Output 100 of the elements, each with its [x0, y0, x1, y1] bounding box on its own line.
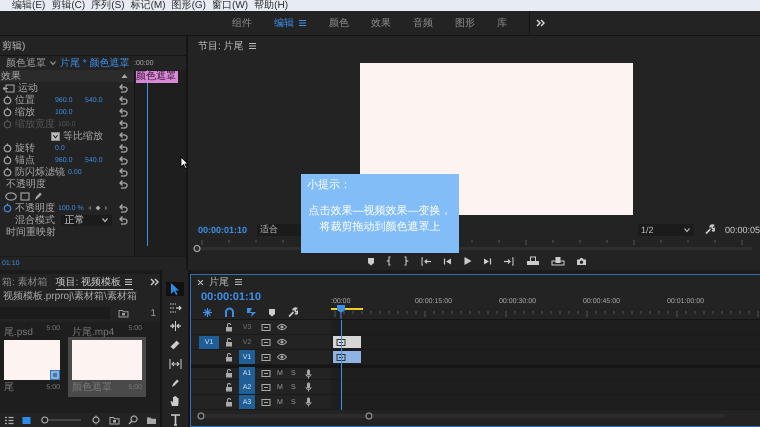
stopwatch-icon[interactable] [3, 167, 12, 177]
lock-icon[interactable] [225, 352, 233, 362]
track-output-icon[interactable] [261, 322, 271, 332]
bin-icon[interactable] [109, 416, 120, 424]
eye-icon[interactable] [277, 338, 287, 346]
panel-tab[interactable]: 箱: 素材箱 [2, 275, 48, 289]
menu-item[interactable]: 编辑(E) [12, 0, 46, 11]
workspace-tab[interactable]: 编辑 [274, 16, 294, 30]
menu-item[interactable]: 帮助(H) [254, 0, 288, 11]
eye-icon[interactable] [277, 353, 287, 361]
track-output-icon[interactable] [261, 398, 271, 406]
blend-mode-dropdown[interactable]: 正常 [61, 214, 112, 226]
close-icon[interactable] [197, 278, 204, 286]
workspace-tab[interactable]: 效果 [371, 16, 391, 30]
lock-icon[interactable] [225, 322, 233, 332]
track-output-icon[interactable] [261, 352, 271, 362]
sort-icon[interactable] [91, 415, 101, 425]
resolution-dropdown[interactable]: 1/2 [638, 224, 694, 236]
camera-icon[interactable] [576, 256, 587, 266]
more-icon[interactable] [150, 277, 160, 287]
track-output-icon[interactable] [261, 382, 271, 392]
reset-icon[interactable] [118, 95, 128, 105]
wrench-icon[interactable] [287, 306, 298, 318]
keyframe-nav-icon[interactable] [86, 204, 109, 212]
menu-icon[interactable] [248, 42, 257, 50]
reset-icon[interactable] [118, 167, 128, 177]
source-clip[interactable]: 颜色遮罩 [6, 56, 46, 70]
step-back-icon[interactable] [443, 256, 452, 266]
mic-icon[interactable] [305, 368, 312, 378]
track-output-icon[interactable] [261, 338, 271, 346]
tool-button[interactable] [166, 282, 184, 296]
timeline-clip[interactable] [333, 351, 361, 363]
mic-icon[interactable] [305, 382, 312, 392]
step-forward-icon[interactable] [483, 256, 492, 266]
stopwatch-icon[interactable] [3, 107, 12, 117]
marker-icon[interactable] [367, 256, 375, 266]
go-to-in-icon[interactable] [420, 256, 432, 266]
menu-item[interactable]: 标记(M) [130, 0, 166, 11]
more-icon[interactable] [536, 18, 546, 28]
stopwatch-icon[interactable] [3, 155, 12, 165]
insert-icon[interactable] [526, 256, 540, 266]
scrollbar[interactable] [197, 412, 727, 420]
lock-icon[interactable] [225, 369, 233, 378]
stopwatch-icon[interactable] [3, 143, 12, 153]
search-icon[interactable] [128, 415, 138, 425]
eye-icon[interactable] [277, 323, 287, 331]
menu-icon[interactable] [124, 278, 134, 286]
folder-icon[interactable] [146, 416, 157, 424]
zoom-slider[interactable] [39, 416, 83, 424]
mark-out-icon[interactable] [403, 256, 409, 266]
icon-view-icon[interactable] [22, 416, 31, 424]
menu-icon[interactable] [234, 278, 243, 286]
marker-icon[interactable] [268, 308, 276, 316]
reset-icon[interactable] [118, 119, 128, 129]
transform-icon [3, 84, 15, 92]
mark-in-icon[interactable] [386, 256, 392, 266]
workspace-tab[interactable]: 颜色 [329, 16, 349, 30]
checkbox[interactable] [51, 132, 60, 140]
panel-tab[interactable]: 项目: 视频模板 [56, 274, 122, 288]
stopwatch-icon[interactable] [3, 203, 12, 213]
property-label: 位置 [15, 94, 36, 106]
workspace-tab[interactable]: 图形 [455, 16, 475, 30]
pen-mask-icon[interactable] [33, 191, 43, 201]
reset-icon[interactable] [118, 131, 128, 141]
timeline-clip[interactable] [333, 336, 361, 348]
workspace-tab[interactable]: 音频 [413, 16, 433, 30]
go-to-out-icon[interactable] [503, 256, 515, 266]
reset-icon[interactable] [118, 179, 128, 189]
mic-icon[interactable] [305, 397, 312, 407]
reset-icon[interactable] [118, 203, 128, 213]
reset-icon[interactable] [118, 143, 128, 153]
menu-icon[interactable] [298, 19, 307, 27]
lock-icon[interactable] [225, 398, 233, 406]
caret-icon[interactable] [682, 226, 691, 234]
reset-icon[interactable] [118, 155, 128, 165]
caret-icon[interactable] [49, 59, 57, 67]
wrench-icon[interactable] [704, 224, 715, 235]
new-bin-icon[interactable] [118, 308, 129, 318]
list-view-icon[interactable] [4, 416, 14, 424]
sequence-clip[interactable]: 片尾 * 颜色遮罩 [60, 56, 130, 70]
lock-icon[interactable] [225, 338, 233, 346]
caret-icon[interactable] [101, 216, 109, 224]
collapse-icon[interactable] [121, 73, 128, 79]
slider-thumb[interactable] [41, 416, 48, 424]
play-icon[interactable] [463, 256, 472, 266]
group-label: 不透明度 [6, 178, 46, 191]
clip-thumbnail [72, 340, 142, 380]
reset-icon[interactable] [118, 107, 128, 117]
track-output-icon[interactable] [261, 369, 271, 378]
overwrite-icon[interactable] [551, 256, 565, 266]
ellipse-mask-icon[interactable] [5, 192, 17, 200]
lock-icon[interactable] [225, 382, 233, 392]
reset-icon[interactable] [118, 215, 128, 225]
workspace-tab[interactable]: 库 [497, 16, 507, 30]
snap-icon[interactable] [224, 306, 235, 318]
menu-item[interactable]: 图形(G) [172, 0, 206, 11]
rectangle-mask-icon[interactable] [20, 192, 30, 200]
reset-icon[interactable] [118, 83, 128, 93]
stopwatch-icon[interactable] [3, 95, 12, 105]
workspace-tab[interactable]: 组件 [232, 16, 252, 30]
